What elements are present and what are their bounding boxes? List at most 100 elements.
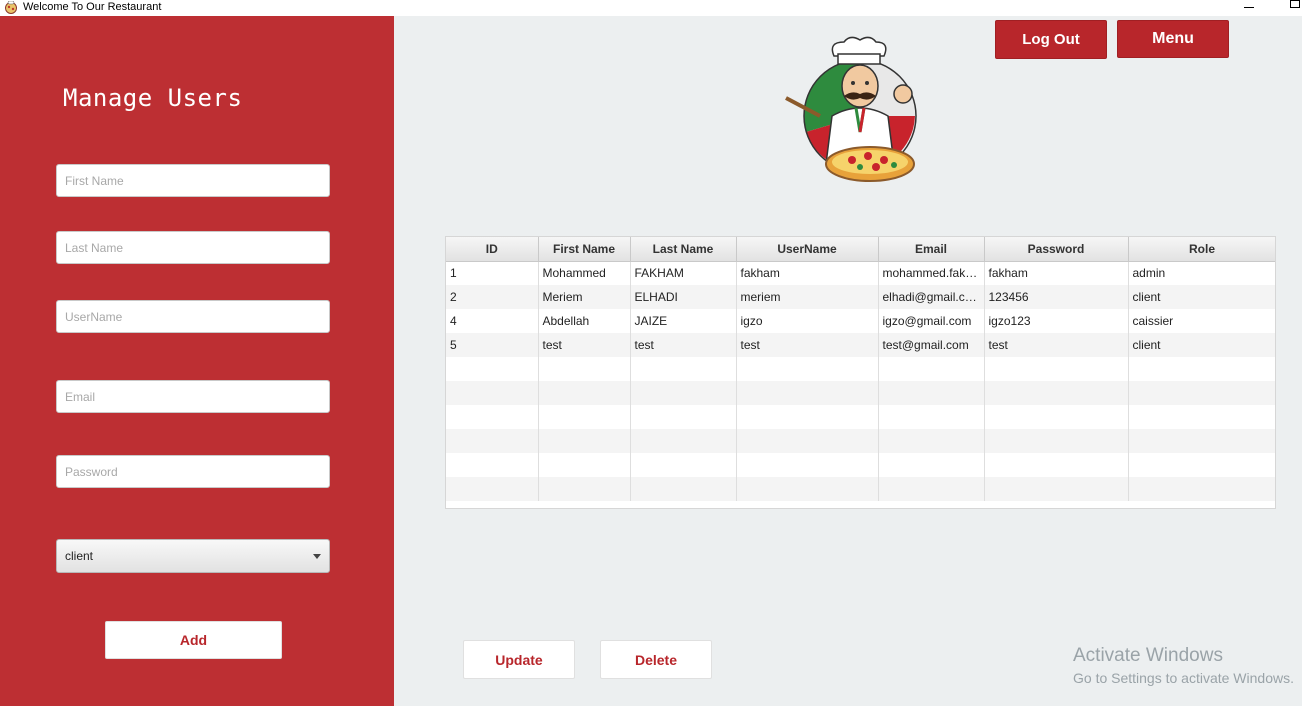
column-header-password[interactable]: Password — [984, 237, 1129, 262]
update-button-label: Update — [495, 651, 543, 668]
table-cell — [538, 453, 631, 477]
table-row[interactable] — [446, 405, 1275, 429]
table-cell: admin — [1128, 261, 1275, 285]
table-cell — [446, 357, 539, 381]
table-cell: Mohammed — [538, 261, 631, 285]
table-cell — [446, 477, 539, 501]
table-cell — [630, 453, 737, 477]
table-cell — [538, 477, 631, 501]
table-cell — [736, 381, 879, 405]
table-cell — [984, 381, 1129, 405]
table-cell — [1128, 429, 1275, 453]
table-cell — [446, 381, 539, 405]
table-row[interactable] — [446, 453, 1275, 477]
table-cell — [538, 381, 631, 405]
table-row[interactable]: 5 test test test test@gmail.com test client — [446, 333, 1275, 357]
table-cell — [984, 477, 1129, 501]
column-header-id[interactable]: ID — [446, 237, 539, 262]
table-header-row: ID First Name Last Name UserName Email P… — [446, 237, 1275, 262]
window-titlebar: Welcome To Our Restaurant — [0, 0, 1302, 16]
activation-watermark: Activate Windows Go to Settings to activ… — [1073, 645, 1294, 686]
table-cell — [878, 381, 985, 405]
table-row[interactable] — [446, 357, 1275, 381]
table-cell — [984, 429, 1129, 453]
table-cell: client — [1128, 285, 1275, 309]
table-row[interactable]: 2 Meriem ELHADI meriem elhadi@gmail.com 12345… — [446, 285, 1275, 309]
watermark-subtitle: Go to Settings to activate Windows. — [1073, 670, 1294, 686]
table-cell: 1 — [446, 261, 539, 285]
table-cell — [630, 429, 737, 453]
table-cell — [878, 405, 985, 429]
table-cell: JAIZE — [630, 309, 737, 333]
table-cell: igzo@gmail.com — [878, 309, 985, 333]
table-cell — [984, 405, 1129, 429]
table-cell — [736, 477, 879, 501]
table-cell — [630, 405, 737, 429]
password-field[interactable] — [56, 455, 330, 488]
table-cell — [736, 405, 879, 429]
role-select-value: client — [65, 549, 94, 563]
table-cell: client — [1128, 333, 1275, 357]
chef-pizza-logo — [785, 36, 917, 182]
table-cell — [538, 429, 631, 453]
table-cell — [446, 453, 539, 477]
table-cell: fakham — [736, 261, 879, 285]
table-cell: test — [736, 333, 879, 357]
table-cell — [1128, 477, 1275, 501]
table-row[interactable] — [446, 477, 1275, 501]
table-cell: Meriem — [538, 285, 631, 309]
logout-button[interactable]: Log Out — [995, 20, 1107, 59]
minimize-button[interactable] — [1244, 0, 1254, 8]
table-cell: 2 — [446, 285, 539, 309]
table-cell: meriem — [736, 285, 879, 309]
column-header-role[interactable]: Role — [1128, 237, 1275, 262]
table-row[interactable] — [446, 381, 1275, 405]
table-cell: mohammed.fakh... — [878, 261, 985, 285]
table-cell — [736, 429, 879, 453]
watermark-title: Activate Windows — [1073, 645, 1223, 666]
table-cell: ELHADI — [630, 285, 737, 309]
username-field[interactable] — [56, 300, 330, 333]
column-header-username[interactable]: UserName — [736, 237, 879, 262]
column-header-last-name[interactable]: Last Name — [630, 237, 737, 262]
table-cell: 5 — [446, 333, 539, 357]
column-header-email[interactable]: Email — [878, 237, 985, 262]
email-field[interactable] — [56, 380, 330, 413]
sidebar — [0, 16, 394, 706]
maximize-button[interactable] — [1290, 0, 1300, 8]
first-name-field[interactable] — [56, 164, 330, 197]
last-name-field[interactable] — [56, 231, 330, 264]
table-cell — [630, 357, 737, 381]
table-cell: 4 — [446, 309, 539, 333]
table-cell — [878, 357, 985, 381]
delete-button[interactable]: Delete — [600, 640, 712, 679]
app-icon — [5, 1, 17, 14]
table-cell — [878, 453, 985, 477]
column-header-first-name[interactable]: First Name — [538, 237, 631, 262]
table-cell — [538, 357, 631, 381]
role-select[interactable]: client — [56, 539, 330, 573]
table-cell: caissier — [1128, 309, 1275, 333]
table-cell: Abdellah — [538, 309, 631, 333]
table-cell — [1128, 405, 1275, 429]
table-cell: fakham — [984, 261, 1129, 285]
add-button[interactable]: Add — [105, 621, 282, 659]
add-button-label: Add — [179, 632, 208, 648]
table-cell — [630, 477, 737, 501]
table-cell — [1128, 381, 1275, 405]
users-table[interactable]: ID First Name Last Name UserName Email P… — [445, 236, 1276, 509]
menu-button-label: Menu — [1152, 30, 1194, 47]
table-row[interactable]: 4 Abdellah JAIZE igzo igzo@gmail.com igzo123 c… — [446, 309, 1275, 333]
table-row[interactable]: 1 Mohammed FAKHAM fakham mohammed.fakh... fak… — [446, 261, 1275, 285]
table-cell — [630, 381, 737, 405]
table-row[interactable] — [446, 429, 1275, 453]
table-cell — [878, 429, 985, 453]
table-cell: igzo — [736, 309, 879, 333]
menu-button[interactable]: Menu — [1117, 20, 1229, 58]
table-cell — [538, 405, 631, 429]
table-cell: igzo123 — [984, 309, 1129, 333]
table-cell — [878, 477, 985, 501]
update-button[interactable]: Update — [463, 640, 575, 679]
table-cell — [984, 453, 1129, 477]
table-cell — [1128, 453, 1275, 477]
